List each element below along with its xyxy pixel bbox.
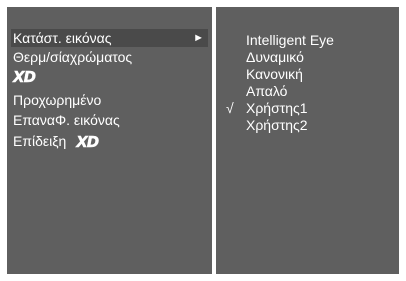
picture-mode-submenu: Intelligent Eye Δυναμικό Κανονική Απαλό … xyxy=(216,7,399,274)
submenu-item-standard[interactable]: Κανονική xyxy=(246,66,303,82)
menu-item-label: Προχωρημένο xyxy=(13,92,102,108)
check-mark-icon: √ xyxy=(226,100,234,116)
menu-item-picture-reset[interactable]: ΕπαναΦ. εικόνας xyxy=(11,111,208,129)
xd-logo-icon: XD xyxy=(76,133,99,152)
menu-item-label: ΕπαναΦ. εικόνας xyxy=(13,112,120,128)
menu-item-label: Κατάστ. εικόνας xyxy=(13,30,112,46)
xd-logo-icon: XD xyxy=(13,68,36,87)
submenu-item-dynamic[interactable]: Δυναμικό xyxy=(246,49,304,65)
menu-item-advanced[interactable]: Προχωρημένο xyxy=(11,91,208,109)
menu-item-picture-mode[interactable]: Κατάστ. εικόνας ► xyxy=(11,29,208,47)
submenu-item-mild[interactable]: Απαλό xyxy=(246,83,287,99)
submenu-arrow-icon: ► xyxy=(193,32,204,44)
menu-item-color-temperature[interactable]: Θερμ/σίαχρώματος xyxy=(11,48,208,66)
submenu-item-user1[interactable]: √ Χρήστης1 xyxy=(226,100,308,116)
menu-item-xd[interactable]: XD xyxy=(11,67,208,87)
submenu-item-intelligent-eye[interactable]: Intelligent Eye xyxy=(246,32,334,48)
menu-item-label: Επίδειξη xyxy=(13,133,67,149)
menu-item-label: Θερμ/σίαχρώματος xyxy=(13,49,133,65)
picture-menu-panel: Κατάστ. εικόνας ► Θερμ/σίαχρώματος XD Πρ… xyxy=(7,7,212,274)
menu-item-xd-demo[interactable]: Επίδειξη XD xyxy=(11,132,208,152)
osd-screen: Κατάστ. εικόνας ► Θερμ/σίαχρώματος XD Πρ… xyxy=(0,0,406,281)
submenu-item-user2[interactable]: Χρήστης2 xyxy=(246,117,308,133)
